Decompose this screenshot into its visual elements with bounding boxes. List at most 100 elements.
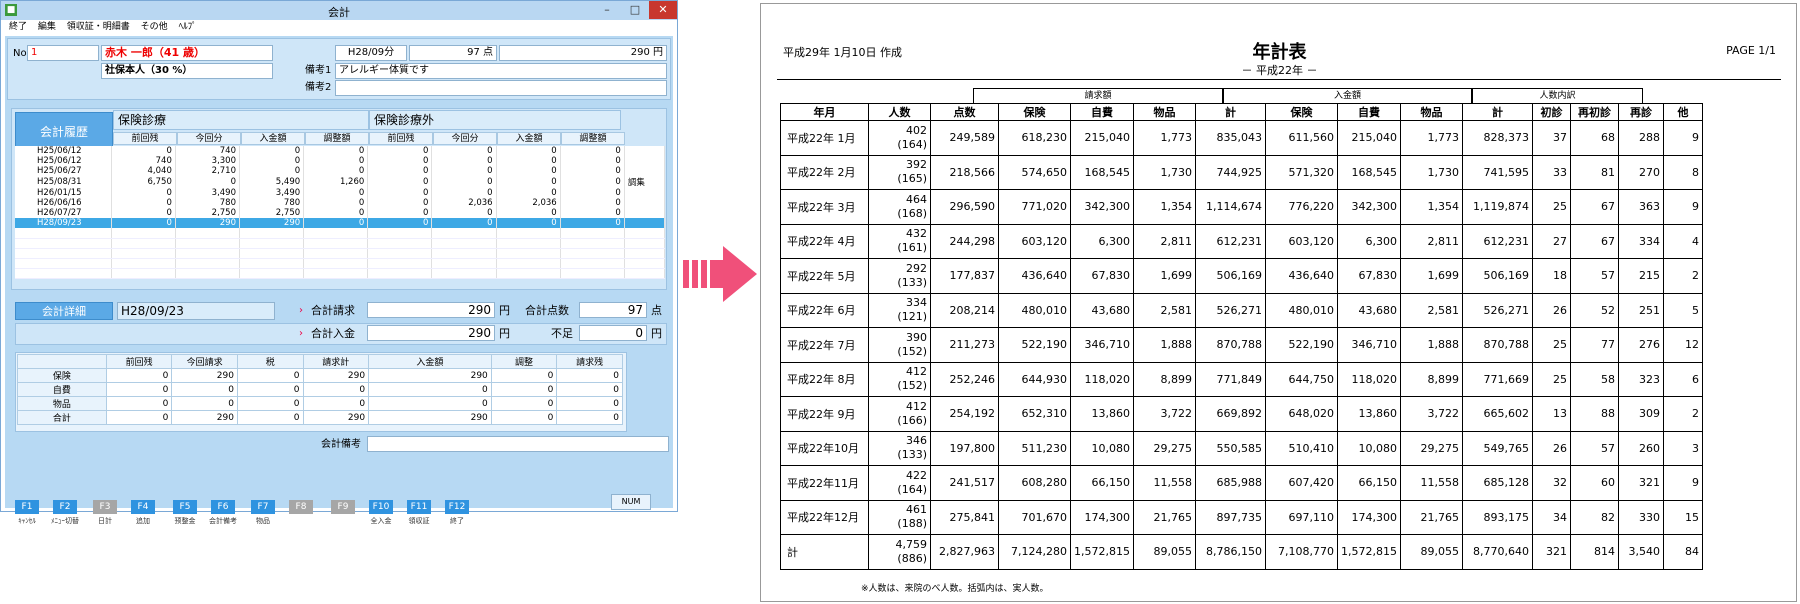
fkey-f12-button[interactable]: F12 終了: [445, 500, 469, 526]
maximize-button[interactable]: □: [621, 1, 649, 19]
detail-cell[interactable]: 0: [368, 382, 492, 397]
table-row[interactable]: [15, 228, 666, 239]
history-cell: 0: [239, 156, 305, 166]
report-cell: 342,300: [1336, 189, 1401, 225]
report-header-row: 年月 人数 点数 保険 自費 物品計保険 自費 物品計初診 再初診 再診他: [780, 103, 1703, 121]
menu-other[interactable]: その他: [141, 22, 168, 32]
table-row[interactable]: H26/07/27 0 2,750 2,750 0 0 0 0 0: [15, 208, 666, 218]
report-cell: 168,545: [1336, 154, 1401, 190]
report-cell: 330: [1617, 499, 1664, 535]
report-cell: 43,680: [1070, 292, 1134, 328]
history-cell: 2,036: [431, 198, 497, 208]
detail-cell[interactable]: 290: [368, 410, 492, 425]
memo2-field[interactable]: [335, 80, 667, 96]
fkey-f6-button[interactable]: F6 会計備考: [209, 500, 237, 526]
report-people: 402: [906, 123, 927, 137]
detail-cell: 0: [105, 382, 173, 397]
table-row[interactable]: H26/06/16 0 780 780 0 0 2,036 2,036 0: [15, 198, 666, 208]
group-billing: 請求額: [973, 88, 1223, 103]
report-cell: 8,899: [1399, 361, 1463, 397]
fkey-f2-button[interactable]: F2 ﾒﾆｭｰ切替: [51, 500, 79, 526]
history-cell: 0: [367, 156, 433, 166]
report-cell: 168,545: [1070, 154, 1134, 190]
detail-cell[interactable]: 290: [368, 368, 492, 383]
history-table[interactable]: H25/06/12 0 740 0 0 0 0 0 0 H25/06/12 740 3,300 0 0 0 0…: [15, 146, 666, 279]
menu-receipt[interactable]: 領収証・明細書: [67, 22, 130, 32]
report-cell: 32: [1531, 465, 1571, 501]
report-col-header: 初診: [1531, 103, 1571, 121]
table-row[interactable]: H25/06/12 740 3,300 0 0 0 0 0 0: [15, 156, 666, 166]
detail-cell[interactable]: 0: [368, 396, 492, 411]
report-col-header: 計: [1461, 103, 1533, 121]
fkey-f4-button[interactable]: F4 追加: [131, 500, 155, 526]
report-unique-people: (164): [897, 482, 927, 496]
history-cell: 0: [111, 188, 176, 198]
menu-edit[interactable]: 編集: [38, 22, 56, 32]
table-row[interactable]: [15, 268, 666, 279]
table-row[interactable]: H28/09/23 0 290 290 0 0 0 0 0: [15, 218, 666, 228]
history-empty-cell: [303, 258, 369, 269]
report-unique-people: (886): [897, 551, 927, 565]
history-cell: 290: [175, 218, 241, 228]
report-cell: 208,214: [930, 292, 999, 328]
amount-field: 290 円: [499, 45, 667, 61]
report-cell: 522,190: [998, 327, 1071, 363]
fkey-f11-button[interactable]: F11 領収証: [407, 500, 431, 526]
detail-table[interactable]: 前回残 今回請求税請求計 入金額 調整 請求残 保険 0 290 0 290 290 0 0 自費 0 0 0 0…: [17, 354, 623, 425]
minimize-button[interactable]: –: [593, 1, 621, 19]
history-cell: 3,490: [239, 188, 305, 198]
history-cell: 0: [303, 218, 369, 228]
detail-cell: 0: [490, 382, 558, 397]
fkey-f1-button[interactable]: F1 ｷｬﾝｾﾙ: [15, 500, 39, 526]
table-row[interactable]: H25/06/12 0 740 0 0 0 0 0 0: [15, 146, 666, 156]
report-cell: 52: [1569, 292, 1619, 328]
report-cell: 296,590: [930, 189, 999, 225]
report-subtitle: － 平成22年 －: [1241, 64, 1318, 77]
table-row[interactable]: H25/06/27 4,040 2,710 0 0 0 0 0 0: [15, 166, 666, 176]
fkey-f7-button[interactable]: F7 物品: [251, 500, 275, 526]
history-cell: 0: [303, 198, 369, 208]
report-cell: 1,773: [1132, 120, 1196, 156]
report-cell: 771,669: [1461, 361, 1533, 397]
table-row[interactable]: [15, 238, 666, 249]
account-memo-field[interactable]: [367, 436, 669, 452]
close-button[interactable]: ✕: [649, 1, 677, 19]
table-row[interactable]: [15, 248, 666, 259]
table-row[interactable]: [15, 258, 666, 269]
table-row[interactable]: H26/01/15 0 3,490 3,490 0 0 0 0 0: [15, 188, 666, 198]
table-row[interactable]: H25/08/31 6,750 0 5,490 1,260 0 0 0 0 調集: [15, 176, 666, 188]
patient-no-field[interactable]: 1: [27, 45, 99, 61]
memo1-field[interactable]: アレルギー体質です: [335, 63, 667, 79]
memo2-label: 備考2: [305, 82, 332, 93]
detail-button[interactable]: 会計詳細: [15, 302, 113, 320]
fkey-label: F12: [445, 500, 469, 514]
patient-name: 赤木 一郎（41 歳）: [101, 45, 273, 61]
shortage-field: 0: [579, 325, 647, 341]
table-row: 計 4,759 (886) 2,827,963 7,124,280 1,572,815 89…: [780, 534, 1703, 570]
report-cell: 9: [1662, 120, 1703, 156]
report-col-header: 点数: [930, 103, 999, 121]
fkey-label: F6: [211, 500, 235, 514]
table-row: 平成22年 8月 412 (152) 252,246 644,930 118,020 8,8…: [780, 361, 1703, 397]
fkey-f5-button[interactable]: F5 预整金: [173, 500, 197, 526]
report-col-header: 人数: [868, 103, 931, 121]
report-cell: 218,566: [930, 154, 999, 190]
report-unique-people: (133): [897, 275, 927, 289]
report-cell: 34: [1531, 499, 1571, 535]
history-col-header: 前回残: [369, 132, 433, 145]
shortage-label: 不足: [551, 327, 573, 340]
uninsured-label: 保険診療外: [369, 110, 621, 130]
report-month: 平成22年 5月: [780, 258, 869, 294]
report-cell: 1,114,674: [1194, 189, 1266, 225]
report-cell: 57: [1569, 258, 1619, 294]
menu-exit[interactable]: 終了: [9, 22, 27, 32]
total-paid-field[interactable]: 290: [367, 325, 495, 341]
detail-cell: 0: [105, 368, 173, 383]
report-people-cell: 432 (161): [868, 223, 931, 259]
fkey-f10-button[interactable]: F10 全入金: [369, 500, 393, 526]
history-date: H26/01/15: [15, 188, 112, 198]
detail-col-header: 前回残: [105, 354, 173, 369]
menu-help[interactable]: ﾍﾙﾌﾟ: [179, 22, 197, 32]
report-cell: 1,888: [1132, 327, 1196, 363]
history-cell: 0: [111, 146, 176, 156]
